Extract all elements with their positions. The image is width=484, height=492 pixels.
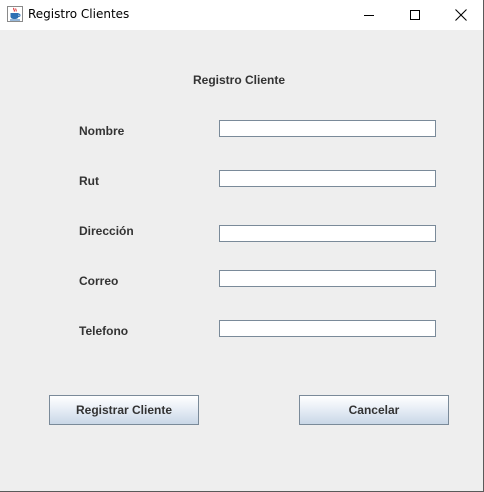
window-title: Registro Clientes bbox=[28, 7, 130, 21]
cancelar-button[interactable]: Cancelar bbox=[299, 395, 449, 425]
java-cup-icon[interactable] bbox=[7, 6, 23, 22]
maximize-button[interactable] bbox=[392, 0, 438, 30]
telefono-label: Telefono bbox=[79, 324, 129, 338]
minimize-button[interactable] bbox=[346, 0, 392, 30]
direccion-label: Dirección bbox=[79, 224, 134, 238]
close-icon bbox=[455, 9, 467, 21]
correo-label: Correo bbox=[79, 274, 119, 288]
maximize-icon bbox=[410, 10, 420, 20]
correo-input[interactable] bbox=[219, 270, 436, 287]
registrar-cliente-button[interactable]: Registrar Cliente bbox=[49, 395, 199, 425]
rut-label: Rut bbox=[79, 174, 99, 188]
direccion-input[interactable] bbox=[219, 225, 436, 242]
telefono-input[interactable] bbox=[219, 320, 436, 337]
nombre-label: Nombre bbox=[79, 124, 125, 138]
title-bar[interactable]: Registro Clientes bbox=[0, 0, 483, 30]
form-heading: Registro Cliente bbox=[192, 73, 285, 87]
form-panel: Registro Cliente Nombre Rut Dirección Co… bbox=[0, 30, 483, 491]
minimize-icon bbox=[364, 15, 374, 16]
nombre-input[interactable] bbox=[219, 120, 436, 137]
rut-input[interactable] bbox=[219, 170, 436, 187]
registro-clientes-window: Registro Clientes Registro Cliente Nombr… bbox=[0, 0, 484, 492]
close-button[interactable] bbox=[438, 0, 484, 30]
